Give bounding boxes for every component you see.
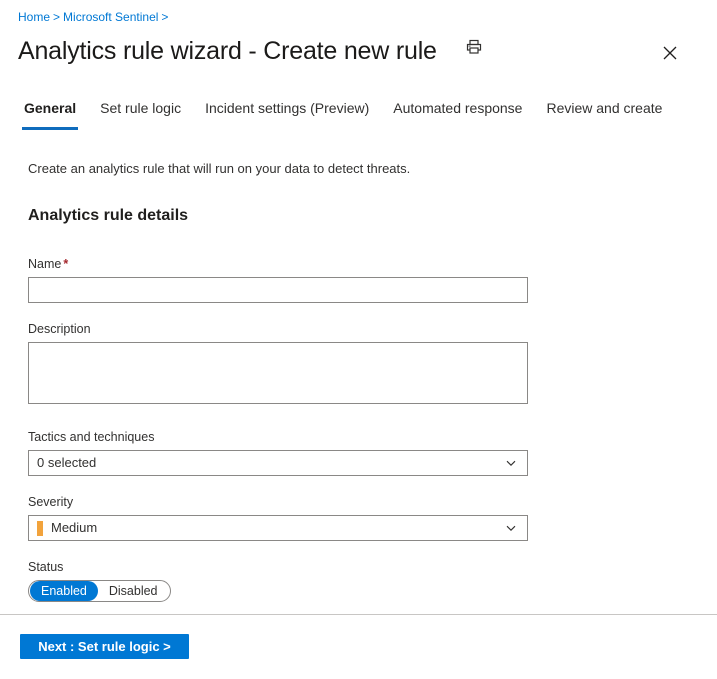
breadcrumb-separator-trailing: > (161, 10, 169, 24)
title-row: Analytics rule wizard - Create new rule (18, 33, 699, 73)
name-label-text: Name (28, 257, 62, 271)
footer-divider (0, 614, 717, 615)
tactics-label: Tactics and techniques (28, 430, 155, 444)
breadcrumb: Home > Microsoft Sentinel > (18, 10, 171, 24)
breadcrumb-item-home[interactable]: Home (18, 10, 50, 24)
section-title: Analytics rule details (28, 207, 189, 224)
breadcrumb-separator: > (53, 10, 61, 24)
tactics-dropdown[interactable]: 0 selected (28, 450, 528, 476)
severity-value: Medium (51, 520, 98, 535)
printer-icon[interactable] (463, 38, 485, 60)
field-tactics: Tactics and techniques 0 selected (28, 429, 668, 476)
tactics-value: 0 selected (37, 455, 97, 470)
tab-set-rule-logic[interactable]: Set rule logic (88, 98, 193, 126)
required-asterisk: * (63, 257, 69, 271)
name-label: Name * (28, 256, 668, 272)
chevron-down-icon (504, 521, 518, 535)
close-icon[interactable] (657, 40, 683, 66)
status-option-enabled[interactable]: Enabled (30, 581, 98, 601)
tab-review-and-create[interactable]: Review and create (534, 98, 674, 126)
status-option-disabled[interactable]: Disabled (98, 581, 169, 601)
severity-label: Severity (28, 495, 74, 509)
description-label: Description (28, 322, 91, 336)
next-button[interactable]: Next : Set rule logic > (20, 634, 189, 659)
field-description: Description (28, 321, 668, 409)
field-name: Name * (28, 256, 668, 303)
field-severity: Severity Medium (28, 494, 668, 541)
field-status: Status Enabled Disabled (28, 559, 668, 602)
intro-text: Create an analytics rule that will run o… (28, 161, 411, 176)
severity-dropdown[interactable]: Medium (28, 515, 528, 541)
form-content: Create an analytics rule that will run o… (28, 160, 668, 602)
chevron-down-icon (504, 456, 518, 470)
wizard-tabs: General Set rule logic Incident settings (… (12, 98, 674, 130)
status-toggle[interactable]: Enabled Disabled (28, 580, 171, 602)
severity-color-swatch (37, 520, 43, 536)
tab-general[interactable]: General (12, 98, 88, 130)
status-label: Status (28, 560, 64, 574)
page-title: Analytics rule wizard - Create new rule (18, 37, 437, 65)
tab-incident-settings[interactable]: Incident settings (Preview) (193, 98, 381, 126)
name-input[interactable] (28, 277, 528, 303)
breadcrumb-item-microsoft-sentinel[interactable]: Microsoft Sentinel (63, 10, 158, 24)
description-textarea[interactable] (28, 342, 528, 404)
tab-automated-response[interactable]: Automated response (381, 98, 534, 126)
